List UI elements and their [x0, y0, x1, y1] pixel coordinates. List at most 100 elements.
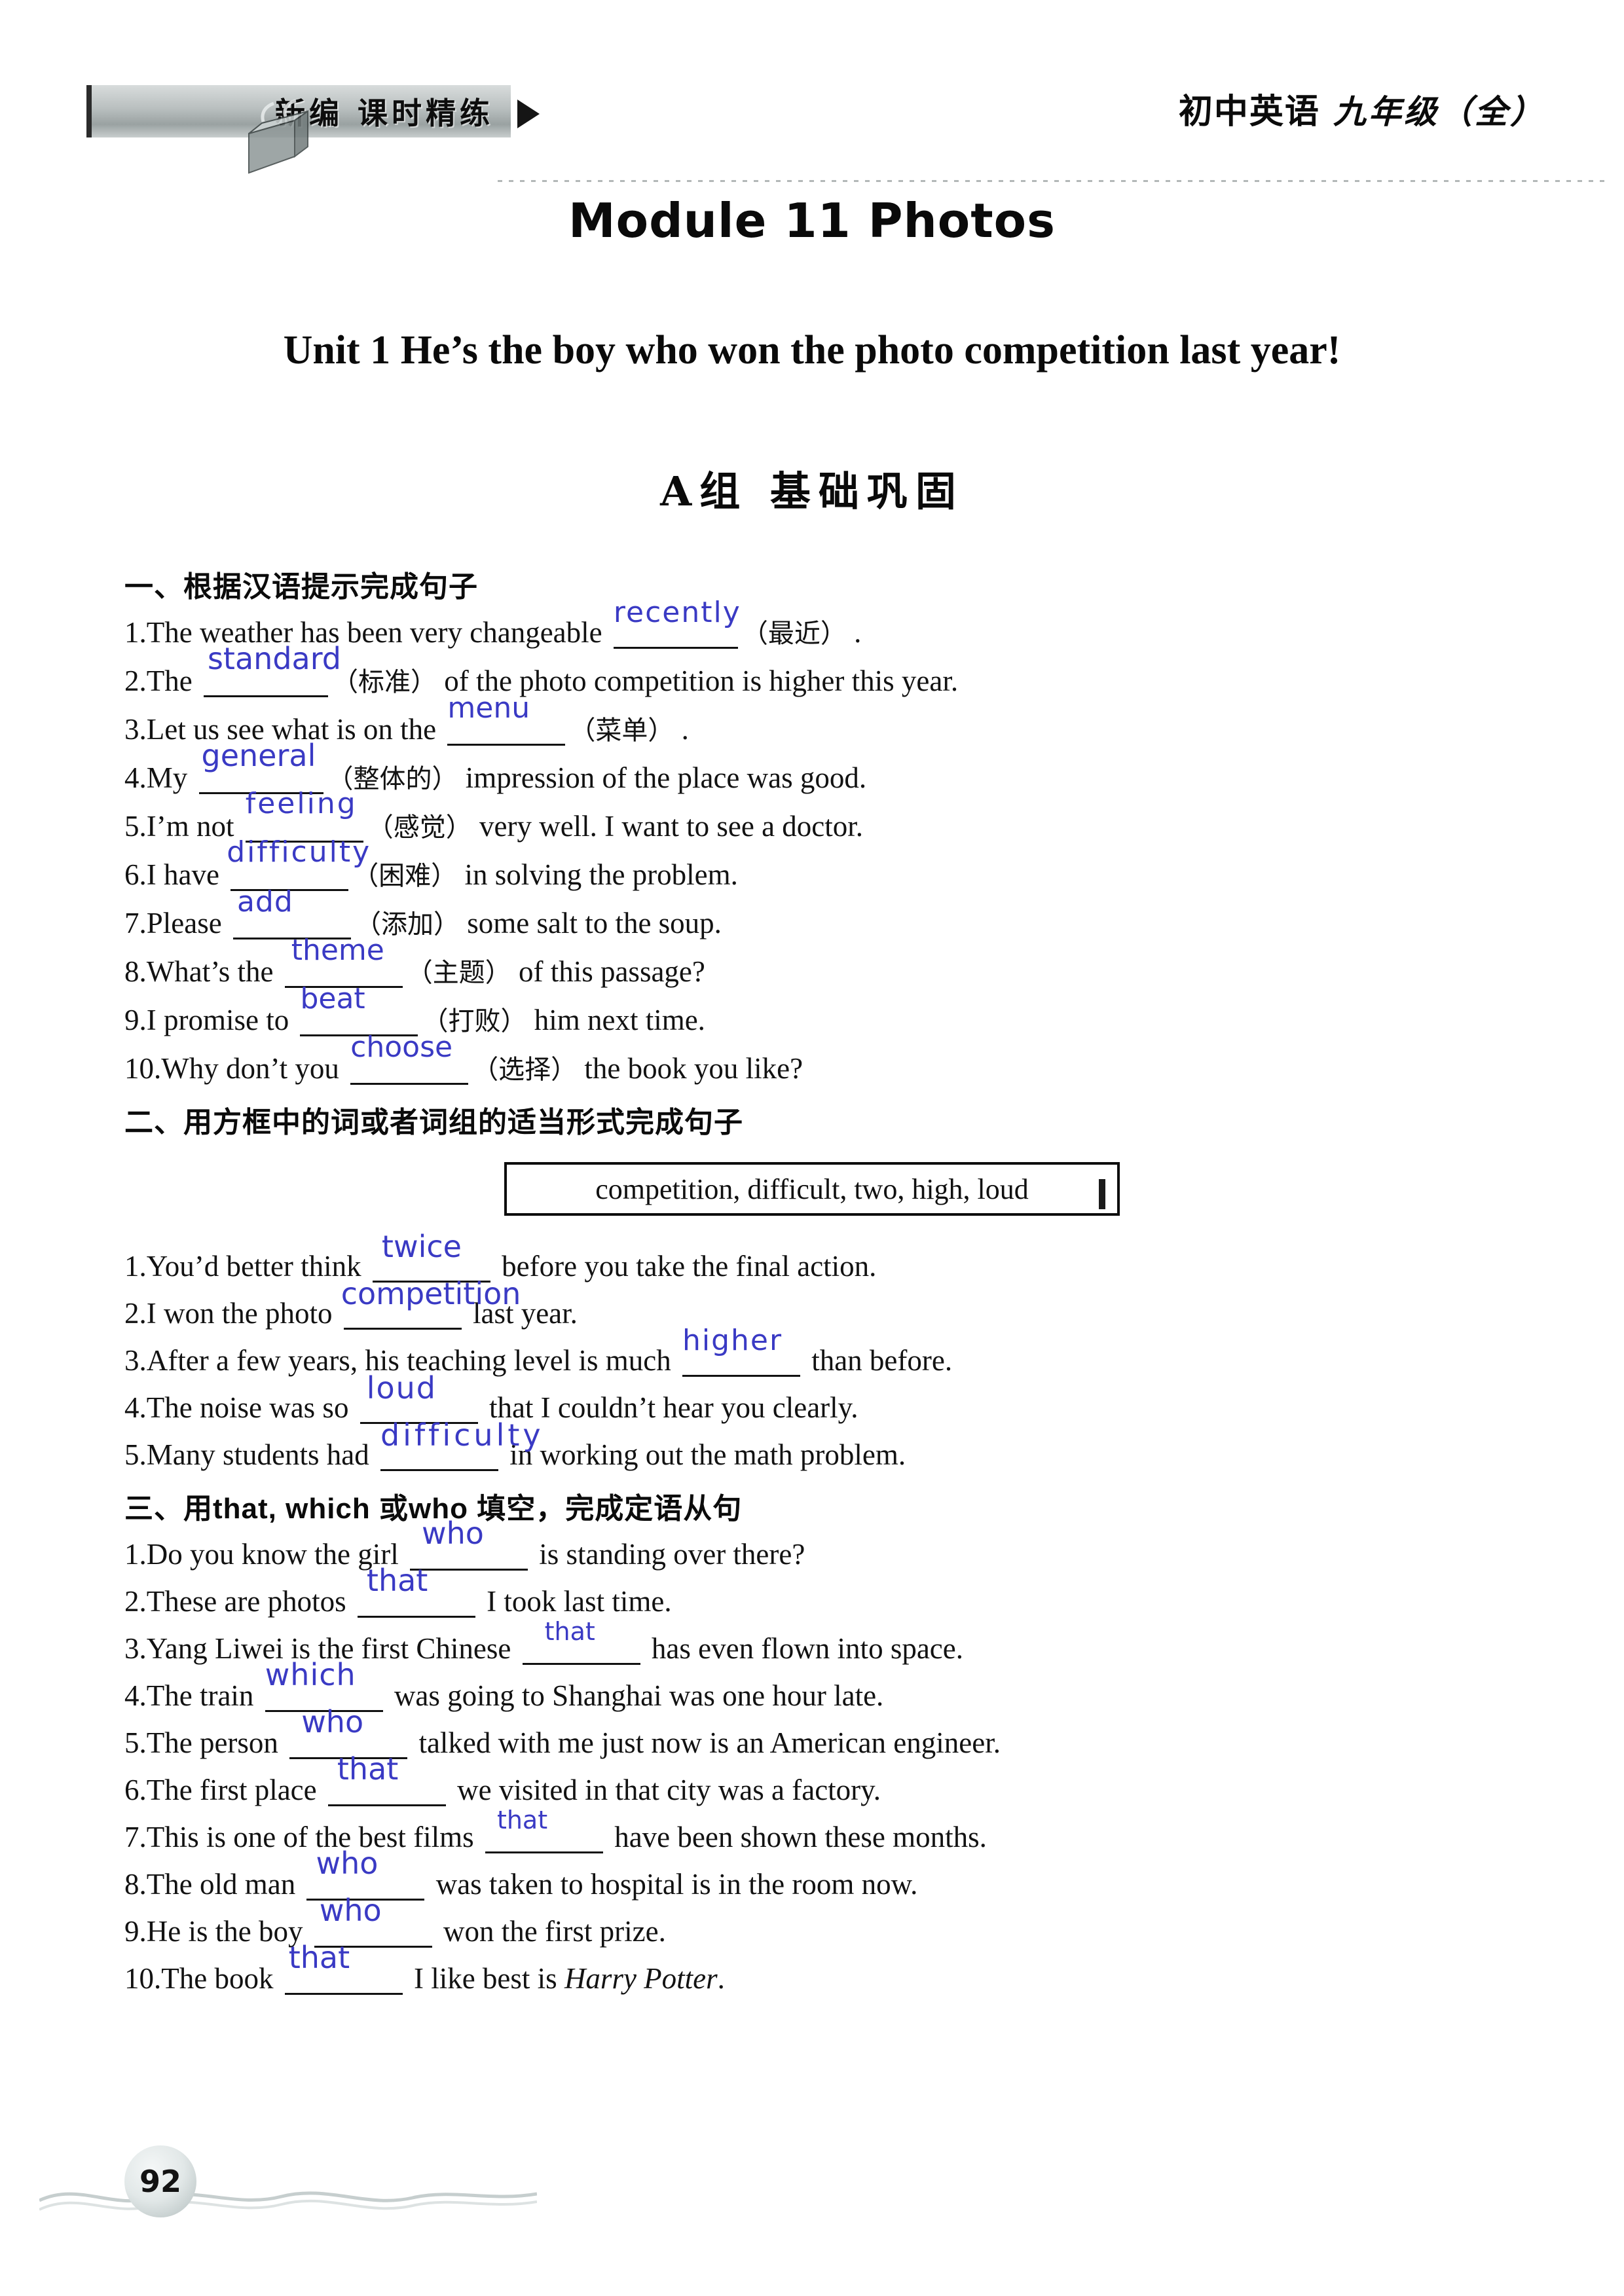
question-number: 8.	[124, 1868, 147, 1901]
page-header: 新编 课时精练 初中英语 九年级（全）	[0, 46, 1624, 182]
chinese-hint: （选择）	[472, 1055, 578, 1085]
question-text-before: Yang Liwei is the first Chinese	[146, 1632, 519, 1665]
question-row: 7. Please （添加） some salt to the soup. add	[124, 885, 1513, 948]
answer-blank[interactable]	[522, 1633, 640, 1665]
question-number: 2.	[124, 665, 147, 697]
section-2-heading: 二、用方框中的词或者词组的适当形式完成句子	[124, 1106, 743, 1139]
question-text-before: Many students had	[146, 1438, 377, 1471]
page-number-badge: 92	[124, 2145, 196, 2217]
exercise-content: 一、根据汉语提示完成句子 1. The weather has been ver…	[124, 563, 1513, 2002]
question-number: 4.	[124, 1679, 147, 1712]
section-1-heading: 一、根据汉语提示完成句子	[124, 570, 478, 604]
answer-blank[interactable]	[289, 1727, 408, 1759]
answer-blank[interactable]	[327, 1774, 446, 1806]
section-3-heading-lat1: that, which	[213, 1493, 379, 1525]
answer-blank[interactable]	[265, 1680, 383, 1712]
question-text-before: The train	[146, 1679, 261, 1712]
question-number: 3.	[124, 1632, 147, 1665]
question-text-before: These are photos	[146, 1585, 354, 1618]
answer-blank[interactable]	[613, 617, 738, 649]
question-number: 1.	[124, 1538, 147, 1571]
question-number: 8.	[124, 955, 147, 988]
section-2-list: 1. You’d better think before you take th…	[124, 1229, 1513, 1478]
answer-blank[interactable]	[300, 1004, 418, 1036]
answer-blank[interactable]	[372, 1250, 490, 1283]
question-number: 3.	[124, 1344, 147, 1377]
question-text-before: The first place	[146, 1774, 324, 1806]
question-text-before: You’d better think	[146, 1250, 369, 1283]
question-text-after: have been shown these months.	[606, 1821, 987, 1853]
question-text-after: in working out the math problem.	[502, 1438, 906, 1471]
question-text-after: is standing over there?	[531, 1538, 805, 1571]
unit-title: Unit 1 He’s the boy who won the photo co…	[283, 328, 1341, 373]
question-text-after: the book you like?	[577, 1052, 803, 1085]
question-number: 10.	[124, 1962, 162, 1995]
wave-line-icon	[39, 2191, 537, 2211]
question-number: 1.	[124, 1250, 147, 1283]
question-row: 2. These are photos I took last time. tha…	[124, 1563, 1513, 1625]
module-title: Module 11 Photos	[568, 193, 1056, 248]
answer-blank[interactable]	[245, 811, 363, 843]
question-text-before: The noise was so	[146, 1391, 356, 1424]
question-number: 3.	[124, 713, 147, 746]
question-row: 8. What’s the （主题） of this passage? theme	[124, 934, 1513, 996]
question-text-before: The book	[161, 1962, 281, 1995]
question-text-after: .	[674, 713, 689, 746]
question-row: 9. I promise to （打败） him next time. beat	[124, 982, 1513, 1045]
answer-blank[interactable]	[203, 665, 328, 697]
answer-blank[interactable]	[360, 1392, 478, 1424]
question-text-before: The	[146, 665, 200, 697]
question-row: 5. The person talked with me just now is…	[124, 1704, 1513, 1766]
question-text-after: impression of the place was good.	[458, 761, 867, 794]
question-row: 7. This is one of the best films have be…	[124, 1806, 1513, 1861]
question-number: 2.	[124, 1585, 147, 1618]
question-text-before: Why don’t you	[161, 1052, 347, 1085]
answer-blank[interactable]	[380, 1439, 498, 1471]
chinese-hint: （标准）	[331, 667, 437, 697]
chinese-hint: （主题）	[406, 958, 511, 988]
section-3-list: 1. Do you know the girl is standing over…	[124, 1516, 1513, 2002]
desk-lamp-book-icon	[248, 99, 308, 174]
answer-blank[interactable]	[231, 859, 349, 891]
question-text-after: talked with me just now is an American e…	[411, 1726, 1001, 1759]
word-bank-label: competition, difficult, two, high, loud	[595, 1173, 1029, 1205]
answer-blank[interactable]	[447, 714, 566, 746]
answer-blank[interactable]	[314, 1916, 432, 1948]
question-row: 4. The noise was so that I couldn’t hear…	[124, 1370, 1513, 1431]
answer-blank[interactable]	[409, 1539, 528, 1571]
question-text-after: than before.	[803, 1344, 953, 1377]
question-row: 6. The first place we visited in that ci…	[124, 1751, 1513, 1813]
chinese-hint: （打败）	[422, 1006, 527, 1036]
question-number: 10.	[124, 1052, 162, 1085]
answer-blank[interactable]	[306, 1868, 425, 1901]
answer-blank[interactable]	[485, 1821, 603, 1853]
header-grade: 九年级（全）	[1333, 92, 1545, 131]
question-row: 4. My （整体的） impression of the place was …	[124, 738, 1513, 803]
answer-blank[interactable]	[357, 1586, 475, 1618]
section-3-heading-part2: 或	[379, 1492, 409, 1525]
question-number: 6.	[124, 1774, 147, 1806]
answer-blank[interactable]	[284, 1963, 403, 1995]
answer-blank[interactable]	[682, 1345, 800, 1377]
section-3-heading-lat2: who	[409, 1493, 477, 1525]
header-subject: 初中英语	[1178, 92, 1320, 132]
question-text-before: The weather has been very changeable	[146, 616, 610, 649]
question-row: 1. The weather has been very changeable …	[124, 596, 1513, 657]
question-text-after: in solving the problem.	[457, 858, 738, 891]
question-text-tail: .	[717, 1962, 725, 1995]
answer-blank[interactable]	[343, 1298, 462, 1330]
question-text-before: The old man	[146, 1868, 303, 1901]
question-text-before: I won the photo	[146, 1297, 340, 1330]
question-text-after: I like best is	[406, 1962, 564, 1995]
question-row: 10. The book I like best is Harry Potter…	[124, 1940, 1513, 2002]
answer-blank[interactable]	[232, 907, 351, 939]
question-row: 3. Yang Liwei is the first Chinese has e…	[124, 1617, 1513, 1672]
answer-blank[interactable]	[350, 1053, 469, 1085]
question-text-after: of this passage?	[511, 955, 705, 988]
answer-blank[interactable]	[198, 762, 323, 794]
answer-blank[interactable]	[284, 956, 403, 988]
question-row: 3. Let us see what is on the （菜单） . menu	[124, 691, 1513, 754]
question-number: 7.	[124, 907, 147, 939]
question-text-after: .	[846, 616, 862, 649]
triangle-right-icon	[517, 100, 540, 128]
